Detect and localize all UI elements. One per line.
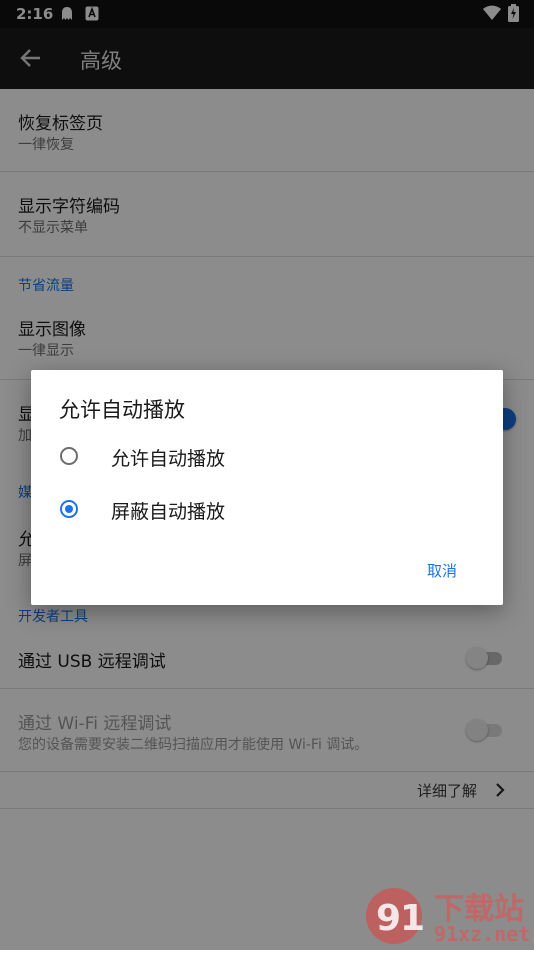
radio-label: 允许自动播放: [111, 448, 226, 470]
cancel-button[interactable]: 取消: [427, 560, 457, 581]
radio-option-block-autoplay[interactable]: 屏蔽自动播放: [31, 485, 503, 535]
radio-unchecked-icon[interactable]: [60, 447, 78, 465]
radio-option-allow-autoplay[interactable]: 允许自动播放: [31, 432, 503, 482]
svg-text:9: 9: [376, 898, 401, 939]
radio-label: 屏蔽自动播放: [111, 501, 226, 523]
dialog-title: 允许自动播放: [59, 398, 185, 422]
watermark-url: 91xz.net: [434, 922, 531, 946]
watermark-logo: 9 1 下载站 91xz.net: [360, 880, 534, 950]
autoplay-dialog: 允许自动播放 允许自动播放 屏蔽自动播放 取消: [31, 370, 503, 605]
svg-text:1: 1: [400, 898, 425, 939]
radio-checked-icon[interactable]: [60, 500, 78, 518]
